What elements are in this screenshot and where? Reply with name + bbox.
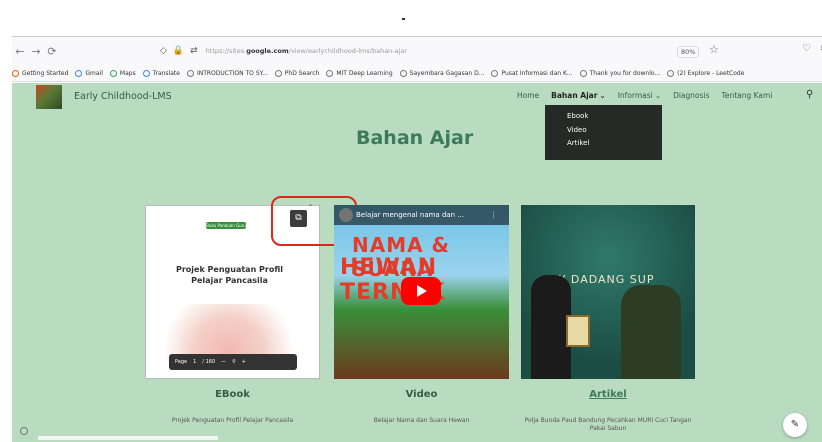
title-bar-dot — [402, 18, 405, 20]
bookmark-favicon-icon — [186, 69, 194, 77]
nav-home[interactable]: Home — [517, 91, 539, 100]
status-bar — [38, 436, 218, 440]
dropdown-item-artikel[interactable]: Artikel — [567, 139, 662, 153]
bookmark-item[interactable]: Getting Started — [12, 69, 69, 77]
video-description: Belajar Nama dan Suara Hewan — [373, 417, 470, 424]
ebook-page-total: / 160 — [202, 359, 216, 365]
ebook-page-number[interactable]: 1 — [193, 359, 196, 365]
nav-bahan-ajar-label: Bahan Ajar — [551, 91, 598, 100]
bookmark-favicon-icon — [667, 69, 675, 77]
browser-toolbar: ← → ⟳ ◇ 🔒 ⇄ https://sites. google.com/vie… — [12, 37, 822, 65]
site-logo[interactable] — [36, 85, 62, 109]
bookmark-label: Getting Started — [22, 69, 69, 77]
article-person-right — [621, 285, 681, 379]
site-page: Early Childhood-LMS Home Bahan Ajar ⌄ Inf… — [12, 83, 822, 442]
bookmark-favicon-icon — [109, 69, 117, 77]
forward-icon[interactable]: → — [28, 45, 44, 58]
bookmark-favicon-icon — [491, 69, 499, 77]
site-nav: Home Bahan Ajar ⌄ Informasi ⌄ Diagnosis Te… — [517, 91, 784, 100]
nav-diagnosis[interactable]: Diagnosis — [673, 91, 709, 100]
dropdown-item-ebook[interactable]: Ebook — [567, 112, 662, 126]
url-host: google.com — [246, 47, 289, 55]
ebook-page-label: Page — [175, 359, 188, 365]
bookmark-item[interactable]: Sayembara Gagasan D... — [399, 69, 485, 77]
bookmark-label: Pusat Informasi dan K... — [501, 69, 573, 77]
bookmark-label: (2) Explore - LeetCode — [677, 69, 745, 77]
nav-informasi[interactable]: Informasi ⌄ — [618, 91, 661, 100]
reload-icon[interactable]: ⟳ — [44, 45, 60, 58]
browser-window: ← → ⟳ ◇ 🔒 ⇄ https://sites. google.com/vie… — [0, 0, 822, 442]
back-icon[interactable]: ← — [12, 45, 28, 58]
bookmark-favicon-icon — [12, 69, 19, 77]
bookmark-favicon-icon — [326, 69, 334, 77]
dropdown-item-video[interactable]: Video — [567, 126, 662, 140]
nav-tentang-kami[interactable]: Tentang Kami — [722, 91, 773, 100]
shield-icon[interactable]: ◇ — [160, 46, 167, 56]
search-icon[interactable]: ⚲ — [806, 89, 813, 100]
bookmark-item[interactable]: Translate — [142, 69, 180, 77]
article-person-left — [531, 275, 571, 379]
ebook-toolbar: Page 1 / 160 — ⚲ + — [169, 354, 297, 370]
bookmark-item[interactable]: Pusat Informasi dan K... — [491, 69, 573, 77]
ebook-description: Projek Penguatan Profil Pelajar Pancasil… — [171, 417, 294, 424]
nav-bahan-ajar[interactable]: Bahan Ajar ⌄ — [551, 91, 606, 100]
zoom-level[interactable]: 80% — [677, 46, 700, 58]
bookmark-label: Thank you for downlo... — [589, 69, 661, 77]
edit-pencil-icon[interactable]: ✎ — [783, 413, 807, 437]
video-title-bar: Belajar mengenal nama dan ... ⋮ — [334, 205, 509, 225]
bookmark-label: PhD Search — [284, 69, 320, 77]
video-title[interactable]: Belajar mengenal nama dan ... — [356, 211, 464, 219]
bookmark-item[interactable]: Thank you for downlo... — [579, 69, 661, 77]
ebook-book-title: Projek Penguatan Profil Pelajar Pancasil… — [175, 265, 284, 285]
page-title: Bahan Ajar — [356, 127, 474, 149]
article-image[interactable]: TY DADANG SUP — [521, 205, 695, 379]
artikel-link[interactable]: Artikel — [521, 389, 695, 400]
bookmark-label: Maps — [119, 69, 136, 77]
bookmark-favicon-icon — [142, 69, 150, 77]
bookmark-favicon-icon — [75, 69, 83, 77]
more-icon[interactable]: ⋮ — [490, 211, 497, 219]
bookmark-label: Translate — [152, 69, 180, 77]
artikel-description: Polja Bunda Paud Bandung Pecahkan MURI C… — [524, 417, 692, 432]
bookmark-favicon-icon — [399, 69, 407, 77]
pocket-icon[interactable]: ♡ — [802, 43, 811, 54]
video-label: Video — [405, 389, 438, 400]
bookmark-item[interactable]: Maps — [109, 69, 136, 77]
bookmark-item[interactable]: Gmail — [75, 69, 103, 77]
bookmark-item[interactable]: INTRODUCTION TO SY... — [186, 69, 268, 77]
bookmark-label: MIT Deep Learning — [336, 69, 393, 77]
ebook-tag: Buku Panduan Guru — [206, 222, 246, 229]
zoom-in-icon[interactable]: + — [242, 359, 246, 365]
bookmarks-bar: Getting Started Gmail Maps Translate INTRODU… — [12, 65, 822, 82]
article-certificate — [566, 315, 590, 347]
bahan-ajar-dropdown: Ebook Video Artikel — [545, 105, 662, 160]
bookmark-label: INTRODUCTION TO SY... — [196, 69, 268, 77]
url-prefix: https://sites. — [205, 47, 247, 55]
address-bar[interactable]: ◇ 🔒 ⇄ https://sites. google.com/view/earl… — [160, 42, 644, 60]
zoom-out-icon[interactable]: — — [221, 359, 226, 365]
play-icon[interactable] — [401, 277, 441, 305]
bookmark-item[interactable]: (2) Explore - LeetCode — [667, 69, 745, 77]
bookmark-label: Sayembara Gagasan D... — [409, 69, 485, 77]
bookmark-favicon-icon — [579, 69, 587, 77]
video-player[interactable]: Belajar mengenal nama dan ... ⋮ NAMA & SU… — [334, 205, 509, 379]
bookmark-star-icon[interactable]: ☆ — [709, 43, 719, 56]
zoom-icon[interactable]: ⚲ — [232, 359, 236, 365]
bookmark-favicon-icon — [274, 69, 282, 77]
ebook-label: EBook — [215, 389, 250, 400]
site-title[interactable]: Early Childhood-LMS — [74, 91, 172, 102]
bookmark-item[interactable]: MIT Deep Learning — [326, 69, 393, 77]
lock-icon[interactable]: 🔒 — [173, 46, 184, 56]
bookmark-item[interactable]: PhD Search — [274, 69, 320, 77]
permissions-icon[interactable]: ⇄ — [190, 46, 198, 56]
info-icon[interactable] — [20, 427, 28, 435]
bookmark-label: Gmail — [85, 69, 103, 77]
nav-informasi-label: Informasi — [617, 91, 653, 100]
url-path: /view/earlychildhood-lms/bahan-ajar — [288, 47, 408, 55]
